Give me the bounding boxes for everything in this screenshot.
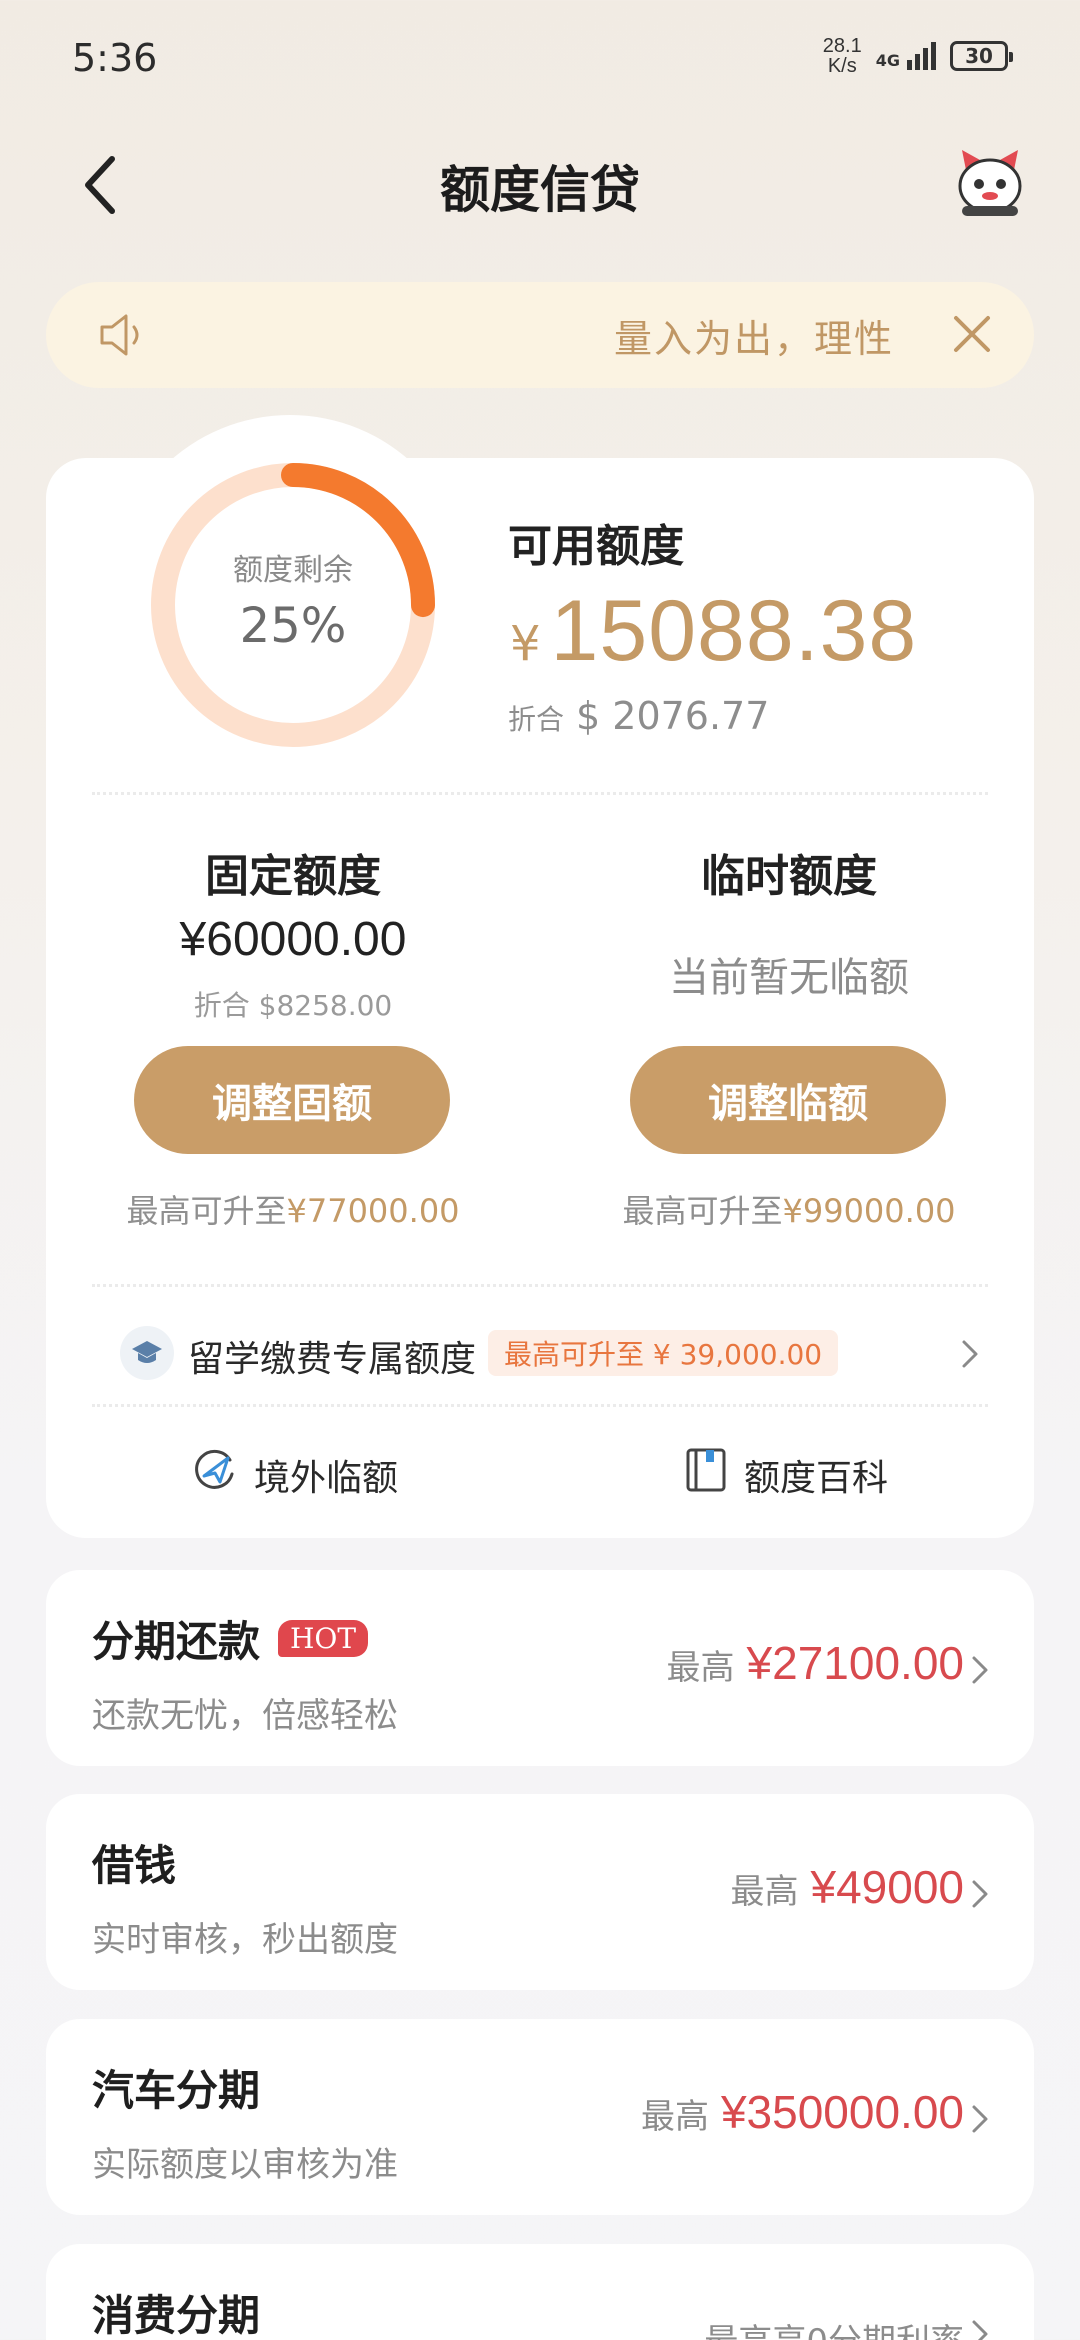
- temp-quota-title: 临时额度: [701, 851, 877, 902]
- status-time: 5:36: [72, 36, 158, 80]
- encyclopedia-link-label: 额度百科: [744, 1457, 889, 1499]
- book-icon: [684, 1446, 728, 1503]
- fixed-quota-conversion: 折合 $8258.00: [193, 989, 393, 1022]
- conversion-prefix: 折合: [508, 703, 565, 736]
- page-title: 额度信贷: [440, 161, 640, 219]
- service-card-consumer-installment[interactable]: 消费分期 最高享0分期利率: [46, 2244, 1034, 2340]
- available-amount-value: 15088.38: [550, 583, 918, 679]
- service-amount-value: ¥350000.00: [720, 2086, 964, 2138]
- plane-icon: [190, 1446, 238, 1503]
- max-prefix: 最高可升至: [126, 1192, 287, 1230]
- fixed-max-value: ¥77000.00: [286, 1192, 460, 1230]
- divider: [92, 792, 988, 795]
- mascot-avatar-icon[interactable]: [952, 144, 1028, 220]
- overseas-link-label: 境外临额: [254, 1457, 399, 1499]
- chevron-right-icon: [958, 1336, 982, 1372]
- service-title: 分期还款 HOT: [92, 1608, 369, 1669]
- hot-badge: HOT: [278, 1620, 369, 1657]
- study-abroad-quota-row[interactable]: 留学缴费专属额度 最高可升至 ¥ 39,000.00: [92, 1316, 988, 1390]
- service-subtitle: 实时审核，秒出额度: [92, 1920, 398, 1960]
- network-speed: 28.1 K/s: [823, 36, 862, 76]
- conversion-value: $ 2076.77: [576, 694, 770, 738]
- chevron-right-icon: [970, 1878, 990, 1910]
- service-amount-prefix: 最高: [666, 1648, 735, 1688]
- service-subtitle: 实际额度以审核为准: [92, 2145, 398, 2185]
- service-title-text: 借钱: [92, 1841, 177, 1890]
- temp-quota-none: 当前暂无临额: [669, 955, 909, 1001]
- network-type: 4G: [875, 51, 900, 70]
- service-amount-prefix: 最高享0分期利率: [704, 2314, 964, 2340]
- service-amount-prefix: 最高: [640, 2097, 709, 2137]
- ring-label: 额度剩余: [233, 553, 353, 588]
- battery-icon: 30: [950, 41, 1013, 71]
- study-abroad-label: 留学缴费专属额度: [188, 1339, 477, 1380]
- status-indicators: 28.1 K/s 4G 30: [823, 36, 1013, 76]
- network-speed-value: 28.1: [822, 35, 862, 57]
- service-title: 汽车分期: [92, 2057, 260, 2118]
- service-amount: 最高享0分期利率: [704, 2314, 964, 2340]
- fixed-quota-title: 固定额度: [205, 851, 381, 902]
- notice-text: 量入为出，理性: [613, 317, 894, 361]
- service-subtitle: 还款无忧，倍感轻松: [92, 1696, 398, 1736]
- chevron-right-icon: [970, 2318, 990, 2340]
- service-title: 借钱: [92, 1832, 176, 1893]
- adjust-temp-button[interactable]: 调整临额: [630, 1046, 946, 1154]
- service-amount-prefix: 最高: [730, 1872, 799, 1912]
- ring-percent: 25%: [239, 598, 347, 654]
- chevron-right-icon: [970, 2103, 990, 2135]
- temp-max-value: ¥99000.00: [782, 1192, 956, 1230]
- service-amount: 最高 ¥350000.00: [641, 2085, 964, 2139]
- divider: [92, 1404, 988, 1407]
- graduation-cap-icon: [120, 1326, 174, 1380]
- currency-symbol: ¥: [510, 616, 541, 672]
- service-title-text: 分期还款: [92, 1617, 261, 1666]
- service-amount: 最高 ¥27100.00: [667, 1636, 964, 1690]
- quota-encyclopedia-link[interactable]: 额度百科: [684, 1446, 888, 1503]
- adjust-fixed-button[interactable]: 调整固额: [134, 1046, 450, 1154]
- service-card-borrow[interactable]: 借钱 实时审核，秒出额度 最高 ¥49000: [46, 1794, 1034, 1990]
- service-amount-value: ¥49000: [810, 1861, 965, 1913]
- divider: [92, 1284, 988, 1287]
- chevron-right-icon: [970, 1654, 990, 1686]
- network-speed-unit: K/s: [827, 55, 857, 77]
- signal-icon: 4G: [876, 42, 936, 70]
- service-title-text: 消费分期: [92, 2291, 261, 2340]
- notice-bar: 量入为出，理性: [46, 282, 1034, 388]
- temp-max-line: 最高可升至¥99000.00: [564, 1186, 1014, 1232]
- close-icon[interactable]: [948, 310, 996, 358]
- available-quota-title: 可用额度: [508, 521, 684, 572]
- available-conversion: 折合 $ 2076.77: [508, 694, 769, 738]
- fixed-max-line: 最高可升至¥77000.00: [68, 1186, 518, 1232]
- service-title: 消费分期: [92, 2282, 260, 2340]
- fixed-quota-amount: ¥60000.00: [179, 913, 407, 966]
- overseas-temp-quota-link[interactable]: 境外临额: [190, 1446, 398, 1503]
- available-quota-amount: ¥ 15088.38: [510, 582, 917, 681]
- service-amount: 最高 ¥49000: [731, 1860, 965, 1914]
- study-abroad-badge: 最高可升至 ¥ 39,000.00: [488, 1330, 839, 1376]
- service-card-installment-repay[interactable]: 分期还款 HOT 还款无忧，倍感轻松 最高 ¥27100.00: [46, 1570, 1034, 1766]
- service-title-text: 汽车分期: [92, 2066, 261, 2115]
- back-chevron-icon[interactable]: [80, 150, 136, 220]
- service-card-car-installment[interactable]: 汽车分期 实际额度以审核为准 最高 ¥350000.00: [46, 2019, 1034, 2215]
- speaker-icon: [98, 310, 150, 360]
- service-amount-value: ¥27100.00: [746, 1637, 964, 1689]
- max-prefix: 最高可升至: [622, 1192, 783, 1230]
